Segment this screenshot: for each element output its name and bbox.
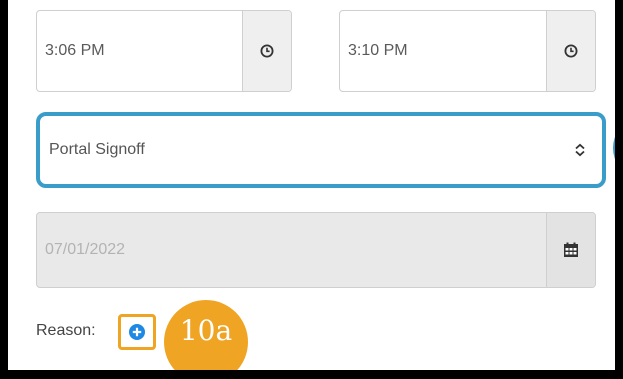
start-time-field[interactable]: 3:06 PM <box>36 10 292 92</box>
plus-circle-icon <box>129 324 145 340</box>
type-select-value: Portal Signoff <box>49 141 145 158</box>
add-reason-button[interactable] <box>118 314 156 350</box>
clock-icon <box>564 44 578 58</box>
date-input: 07/01/2022 <box>45 241 126 258</box>
chevron-updown-icon <box>575 143 585 157</box>
reason-label: Reason: <box>36 322 96 339</box>
end-time-input[interactable]: 3:10 PM <box>340 11 546 91</box>
type-select[interactable]: Portal Signoff <box>36 112 606 188</box>
start-time-picker-button[interactable] <box>242 11 291 91</box>
end-time-picker-button[interactable] <box>546 11 595 91</box>
date-field: 07/01/2022 <box>36 212 596 288</box>
clock-icon <box>260 44 274 58</box>
date-picker-button[interactable] <box>546 213 595 287</box>
step-callout-edge <box>613 122 615 174</box>
step-callout: 10a <box>164 300 248 370</box>
form-panel: 3:06 PM 3:10 PM Portal Signoff 07/01/202… <box>8 0 615 370</box>
end-time-field[interactable]: 3:10 PM <box>339 10 596 92</box>
calendar-icon <box>564 242 578 257</box>
start-time-input[interactable]: 3:06 PM <box>37 11 242 91</box>
